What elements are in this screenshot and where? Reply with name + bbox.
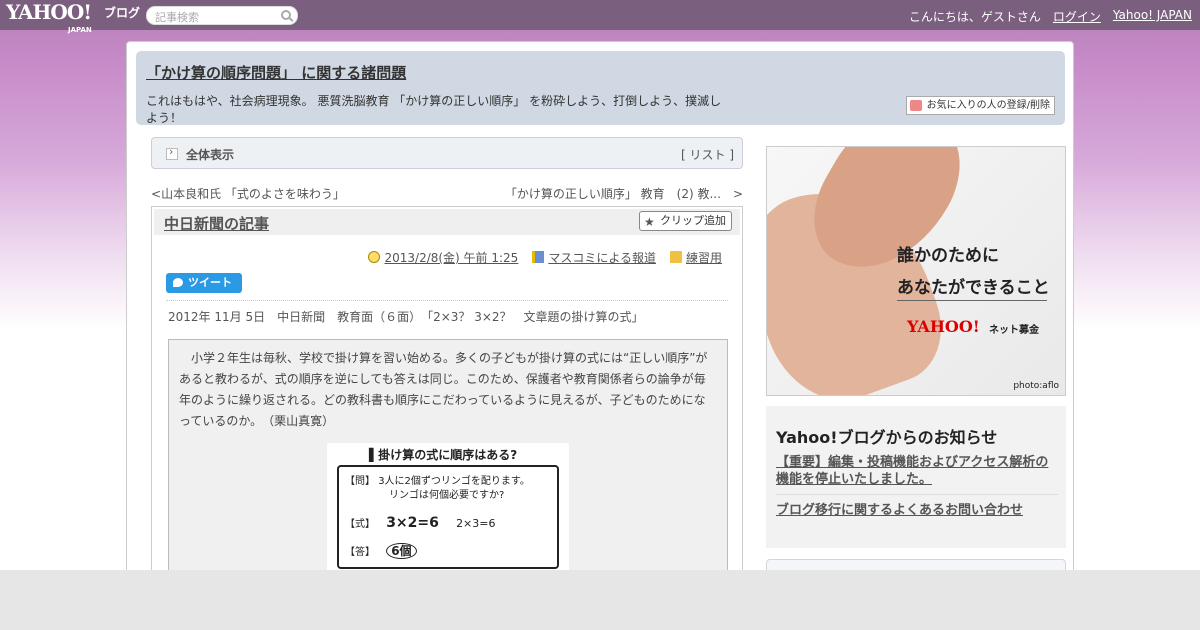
tweet-label: ツイート: [188, 276, 232, 289]
bottom-bar: [0, 570, 1200, 630]
heart-icon: [909, 100, 922, 111]
book-icon: [532, 251, 545, 263]
bracket-open: [: [680, 148, 686, 162]
figure-f-text2: 2×3=6: [456, 517, 496, 530]
notice-item[interactable]: ブログ移行に関するよくあるお問い合わせ: [776, 502, 1058, 519]
yahoo-logo[interactable]: YAHOO! JAPAN: [6, 2, 92, 34]
figure-a-label: 【答】: [345, 547, 375, 558]
blog-description: これはもはや、社会病理現象。 悪質洗脳教育 「かけ算の正しい順序」 を粉砕しよう…: [146, 94, 722, 125]
ad-photo-credit: photo:aflo: [1013, 381, 1059, 391]
article-date-link[interactable]: 2013/2/8(金) 午前 1:25: [384, 251, 518, 265]
prev-marker: <: [151, 187, 162, 201]
article-header: 中日新聞の記事 ★ クリップ追加: [154, 209, 740, 235]
yahoo-japan-link[interactable]: Yahoo! JAPAN: [1113, 8, 1192, 25]
notice-title: Yahoo!ブログからのお知らせ: [776, 428, 998, 447]
notice-item[interactable]: 【重要】編集・投稿機能およびアクセス解析の機能を停止いたしました。: [776, 454, 1058, 488]
article-subtitle: 2012年 11月 5日 中日新聞 教育面（６面） 「2×3？ 3×2？ 文章題…: [168, 310, 644, 324]
tweet-button[interactable]: ツイート: [166, 273, 242, 293]
article-figure: ▌掛け算の式に順序はある? 【問】 3人に2個ずつリンゴを配ります。 リンゴは何…: [327, 443, 569, 578]
article: 中日新聞の記事 ★ クリップ追加 2013/2/8(金) 午前 1:25 マスコ…: [151, 206, 743, 589]
top-nav: こんにちは、ゲストさん ログイン Yahoo! JAPAN: [909, 8, 1192, 25]
favorite-button-label: お気に入りの人の登録/削除: [926, 100, 1050, 111]
notice-box: Yahoo!ブログからのお知らせ 【重要】編集・投稿機能およびアクセス解析の機能…: [766, 406, 1066, 548]
next-marker: >: [732, 187, 743, 201]
folder-icon: [669, 251, 682, 263]
dotted-divider: [166, 300, 728, 301]
figure-title: ▌掛け算の式に順序はある?: [369, 448, 518, 462]
next-article-link[interactable]: 「かけ算の正しい順序」 教育 (2) 教...: [505, 187, 721, 201]
notice-divider: [776, 494, 1058, 495]
figure-f-text: 3×2=6: [386, 515, 439, 531]
clock-icon: [368, 251, 381, 263]
page-container: 「かけ算の順序問題」 に関する諸問題 これはもはや、社会病理現象。 悪質洗脳教育…: [126, 41, 1074, 589]
favorite-register-button[interactable]: お気に入りの人の登録/削除: [905, 96, 1055, 115]
figure-answer: 【答】 6個: [345, 541, 417, 563]
blog-title-link[interactable]: 「かけ算の順序問題」 に関する諸問題: [146, 62, 406, 83]
figure-q-label: 【問】: [345, 476, 375, 487]
list-link[interactable]: リスト: [689, 148, 725, 162]
all-view-bar: 全体表示 [ リスト ]: [151, 137, 743, 169]
ad-line2: あなたができること: [897, 278, 1050, 298]
prev-article: <山本良和氏 「式のよさを味わう」: [151, 185, 345, 202]
all-view-label[interactable]: 全体表示: [186, 146, 234, 163]
article-quote-box: 小学２年生は毎秋、学校で掛け算を習い始める。多くの子どもが掛け算の式には“正しい…: [168, 339, 728, 589]
bracket-close: ]: [729, 148, 734, 162]
figure-box: 【問】 3人に2個ずつリンゴを配ります。 リンゴは何個必要ですか? 【式】 3×…: [337, 465, 559, 569]
list-link-wrapper: [ リスト ]: [681, 146, 734, 163]
article-category-link[interactable]: マスコミによる報道: [548, 251, 656, 265]
ad-divider: [897, 300, 1047, 301]
article-title-link[interactable]: 中日新聞の記事: [164, 213, 269, 234]
next-article: 「かけ算の正しい順序」 教育 (2) 教... >: [505, 185, 743, 202]
figure-formula: 【式】 3×2=6 2×3=6: [345, 513, 496, 535]
figure-f-label: 【式】: [345, 519, 375, 530]
star-icon: ★: [644, 215, 655, 229]
greeting-text: こんにちは、ゲストさん: [908, 10, 1041, 24]
search-input[interactable]: 記事検索: [146, 6, 298, 25]
blog-logo-text[interactable]: ブログ: [104, 4, 140, 21]
ad-line1: 誰かのために: [897, 246, 999, 266]
article-meta: 2013/2/8(金) 午前 1:25 マスコミによる報道 練習用: [368, 249, 722, 266]
article-folder-link[interactable]: 練習用: [686, 251, 722, 265]
figure-a-text: 6個: [386, 543, 417, 559]
prev-article-link[interactable]: 山本良和氏 「式のよさを味わう」: [161, 187, 345, 201]
logo-sub-text: JAPAN: [68, 26, 92, 34]
blog-header: 「かけ算の順序問題」 に関する諸問題 これはもはや、社会病理現象。 悪質洗脳教育…: [136, 51, 1065, 125]
twitter-bird-icon: [173, 278, 183, 287]
clip-button-label: クリップ追加: [660, 214, 726, 227]
search-placeholder: 記事検索: [155, 11, 199, 24]
search-icon[interactable]: [281, 10, 291, 20]
article-body: 小学２年生は毎秋、学校で掛け算を習い始める。多くの子どもが掛け算の式には“正しい…: [179, 351, 708, 428]
ad-brand-sub: ネット募金: [989, 325, 1039, 336]
top-bar: YAHOO! JAPAN ブログ 記事検索 こんにちは、ゲストさん ログイン Y…: [0, 0, 1200, 34]
arrow-icon: [166, 145, 178, 160]
figure-q-text2: リンゴは何個必要ですか?: [389, 490, 505, 501]
clip-add-button[interactable]: ★ クリップ追加: [639, 211, 732, 231]
login-link[interactable]: ログイン: [1053, 8, 1101, 25]
ad-brand: YAHOO!: [907, 317, 980, 336]
ad-banner[interactable]: 誰かのために あなたができること YAHOO! ネット募金 photo:aflo: [766, 146, 1066, 396]
